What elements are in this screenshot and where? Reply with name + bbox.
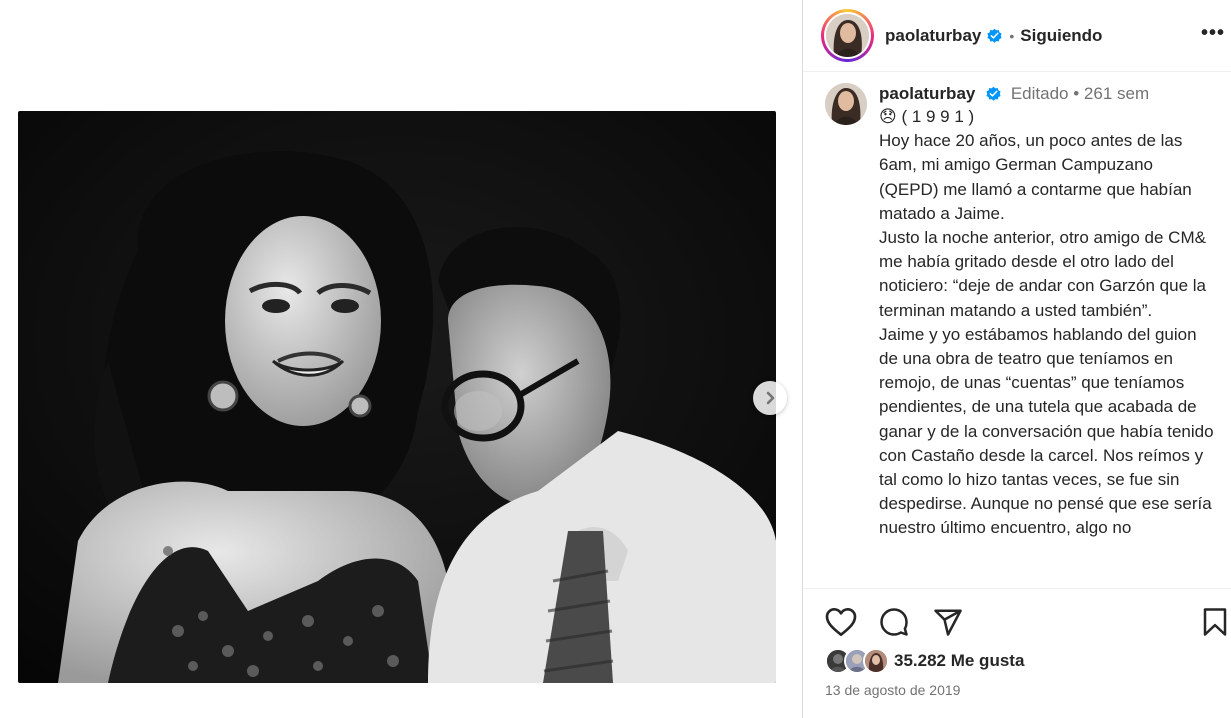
caption-text: Hoy hace 20 años, un poco antes de las 6… (879, 131, 1214, 538)
heart-icon[interactable] (825, 607, 857, 637)
following-button[interactable]: Siguiendo (1020, 26, 1102, 46)
verified-badge-icon (986, 86, 1001, 101)
post-side-panel: paolaturbay • Siguiendo ••• paolaturbay (802, 0, 1231, 718)
paper-plane-icon[interactable] (933, 607, 963, 637)
verified-badge-icon (987, 28, 1002, 43)
post-header: paolaturbay • Siguiendo ••• (803, 0, 1231, 72)
bookmark-icon[interactable] (1201, 607, 1229, 637)
next-image-button[interactable] (753, 381, 787, 415)
story-avatar[interactable] (821, 9, 874, 62)
caption-meta: paolaturbay Editado • 261 sem (879, 83, 1216, 105)
caption-scroll-area[interactable]: paolaturbay Editado • 261 sem 😞 ( 1 9 9 … (803, 73, 1231, 588)
caption-body: paolaturbay Editado • 261 sem 😞 ( 1 9 9 … (879, 83, 1216, 541)
chevron-right-icon (766, 391, 775, 405)
caption-year-line: 😞 ( 1 9 9 1 ) (879, 107, 975, 126)
edited-label: Editado (1010, 84, 1069, 103)
caption-username[interactable]: paolaturbay (879, 84, 975, 103)
more-options-button[interactable]: ••• (1201, 22, 1225, 45)
caption-avatar[interactable] (825, 83, 867, 125)
likes-row[interactable]: 35.282 Me gusta (825, 648, 1024, 674)
post-media (0, 0, 802, 718)
header-separator: • (1009, 27, 1015, 44)
avatar (826, 14, 869, 57)
comment-bubble-icon[interactable] (879, 607, 909, 637)
liker-avatars (825, 648, 889, 674)
likes-count[interactable]: 35.282 Me gusta (894, 651, 1024, 671)
post-time[interactable]: 261 sem (1084, 84, 1149, 103)
post-date[interactable]: 13 de agosto de 2019 (825, 682, 960, 698)
header-username[interactable]: paolaturbay (885, 26, 981, 46)
caption-row: paolaturbay Editado • 261 sem 😞 ( 1 9 9 … (825, 83, 1216, 541)
liker-avatar (863, 648, 889, 674)
post-photo[interactable] (18, 111, 776, 683)
caption-separator: • (1073, 84, 1080, 103)
